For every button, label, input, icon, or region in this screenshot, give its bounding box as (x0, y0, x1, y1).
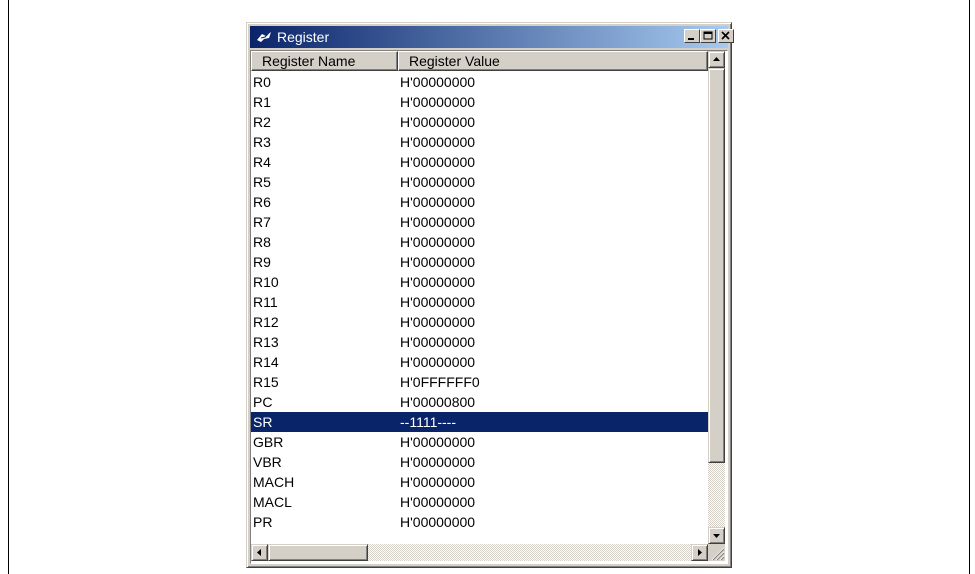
register-row-r8[interactable]: R8 H'00000000 (251, 232, 708, 252)
register-rows: R0 H'00000000 R1 H'00000000 R2 H'00000000 R3 H'… (251, 72, 708, 532)
arrow-right-icon (698, 549, 702, 556)
register-name-cell: R14 (253, 354, 279, 370)
register-value-cell: H'00000000 (400, 234, 476, 250)
register-value-cell: --1111---- (400, 414, 456, 430)
register-value-cell: H'00000000 (400, 274, 476, 290)
register-value-cell: H'00000000 (400, 134, 476, 150)
column-header-register-value[interactable]: Register Value (398, 51, 708, 71)
resize-grip-icon (711, 547, 725, 561)
close-button[interactable] (718, 29, 734, 43)
register-value-cell: H'00000000 (400, 154, 476, 170)
list-header: Register Name Register Value (251, 51, 708, 71)
register-row-r5[interactable]: R5 H'00000000 (251, 172, 708, 192)
register-value-cell: H'00000000 (400, 294, 476, 310)
register-row-r3[interactable]: R3 H'00000000 (251, 132, 708, 152)
minimize-button[interactable] (684, 29, 700, 43)
register-value-cell: H'00000800 (400, 394, 476, 410)
maximize-icon (703, 31, 713, 40)
register-row-r10[interactable]: R10 H'00000000 (251, 272, 708, 292)
register-name-cell: R0 (253, 74, 271, 90)
vertical-scrollbar[interactable] (708, 51, 725, 544)
register-value-cell: H'0FFFFFF0 (400, 374, 480, 390)
register-row-macl[interactable]: MACL H'00000000 (251, 492, 708, 512)
register-name-cell: R7 (253, 214, 271, 230)
arrow-down-icon (713, 534, 720, 538)
title-bar[interactable]: Register (250, 26, 734, 48)
register-row-r0[interactable]: R0 H'00000000 (251, 72, 708, 92)
register-row-r12[interactable]: R12 H'00000000 (251, 312, 708, 332)
register-name-cell: PC (253, 394, 273, 410)
horizontal-scroll-thumb[interactable] (268, 544, 368, 561)
arrow-left-icon (257, 549, 261, 556)
register-name-cell: VBR (253, 454, 282, 470)
register-row-r2[interactable]: R2 H'00000000 (251, 112, 708, 132)
register-row-r6[interactable]: R6 H'00000000 (251, 192, 708, 212)
register-row-sr[interactable]: SR --1111---- (251, 412, 708, 432)
register-app-icon (257, 32, 271, 42)
register-value-cell: H'00000000 (400, 474, 476, 490)
register-value-cell: H'00000000 (400, 354, 476, 370)
register-value-cell: H'00000000 (400, 494, 476, 510)
register-row-r7[interactable]: R7 H'00000000 (251, 212, 708, 232)
register-value-cell: H'00000000 (400, 434, 476, 450)
maximize-button[interactable] (700, 29, 716, 43)
register-name-cell: R8 (253, 234, 271, 250)
register-name-cell: MACH (253, 474, 295, 490)
register-row-pc[interactable]: PC H'00000800 (251, 392, 708, 412)
register-name-cell: R3 (253, 134, 271, 150)
register-name-cell: R10 (253, 274, 279, 290)
register-value-cell: H'00000000 (400, 114, 476, 130)
scroll-up-button[interactable] (708, 51, 725, 68)
register-name-cell: R15 (253, 374, 279, 390)
register-value-cell: H'00000000 (400, 74, 476, 90)
scroll-down-button[interactable] (708, 527, 725, 544)
register-name-cell: R4 (253, 154, 271, 170)
register-value-cell: H'00000000 (400, 214, 476, 230)
arrow-up-icon (713, 57, 720, 61)
register-value-cell: H'00000000 (400, 334, 476, 350)
register-name-cell: R11 (253, 294, 278, 310)
register-name-cell: R5 (253, 174, 271, 190)
register-row-r14[interactable]: R14 H'00000000 (251, 352, 708, 372)
register-row-pr[interactable]: PR H'00000000 (251, 512, 708, 532)
column-header-register-name[interactable]: Register Name (251, 51, 398, 71)
register-value-cell: H'00000000 (400, 194, 476, 210)
register-value-cell: H'00000000 (400, 94, 476, 110)
register-name-cell: GBR (253, 434, 284, 450)
vertical-scroll-thumb[interactable] (708, 68, 725, 463)
register-value-cell: H'00000000 (400, 254, 476, 270)
scroll-left-button[interactable] (251, 544, 268, 561)
register-window: Register Register Name Register Value R0… (246, 22, 734, 568)
register-row-r4[interactable]: R4 H'00000000 (251, 152, 708, 172)
register-row-mach[interactable]: MACH H'00000000 (251, 472, 708, 492)
register-name-cell: R2 (253, 114, 271, 130)
register-row-vbr[interactable]: VBR H'00000000 (251, 452, 708, 472)
close-icon (721, 31, 730, 40)
register-name-cell: R9 (253, 254, 271, 270)
resize-grip[interactable] (708, 544, 725, 561)
register-name-cell: R6 (253, 194, 271, 210)
register-row-r1[interactable]: R1 H'00000000 (251, 92, 708, 112)
register-name-cell: SR (253, 414, 273, 430)
register-row-r13[interactable]: R13 H'00000000 (251, 332, 708, 352)
register-value-cell: H'00000000 (400, 174, 476, 190)
minimize-icon (688, 38, 694, 40)
register-row-r9[interactable]: R9 H'00000000 (251, 252, 708, 272)
horizontal-scrollbar[interactable] (251, 544, 708, 561)
register-row-gbr[interactable]: GBR H'00000000 (251, 432, 708, 452)
register-value-cell: H'00000000 (400, 454, 476, 470)
register-name-cell: R1 (253, 94, 271, 110)
register-name-cell: PR (253, 514, 273, 530)
register-name-cell: R12 (253, 314, 279, 330)
window-title: Register (277, 29, 330, 45)
register-name-cell: MACL (253, 494, 292, 510)
register-list: Register Name Register Value R0 H'0000000… (250, 50, 728, 564)
register-row-r15[interactable]: R15 H'0FFFFFF0 (251, 372, 708, 392)
register-value-cell: H'00000000 (400, 514, 476, 530)
register-row-r11[interactable]: R11 H'00000000 (251, 292, 708, 312)
scroll-right-button[interactable] (691, 544, 708, 561)
register-value-cell: H'00000000 (400, 314, 476, 330)
register-name-cell: R13 (253, 334, 279, 350)
